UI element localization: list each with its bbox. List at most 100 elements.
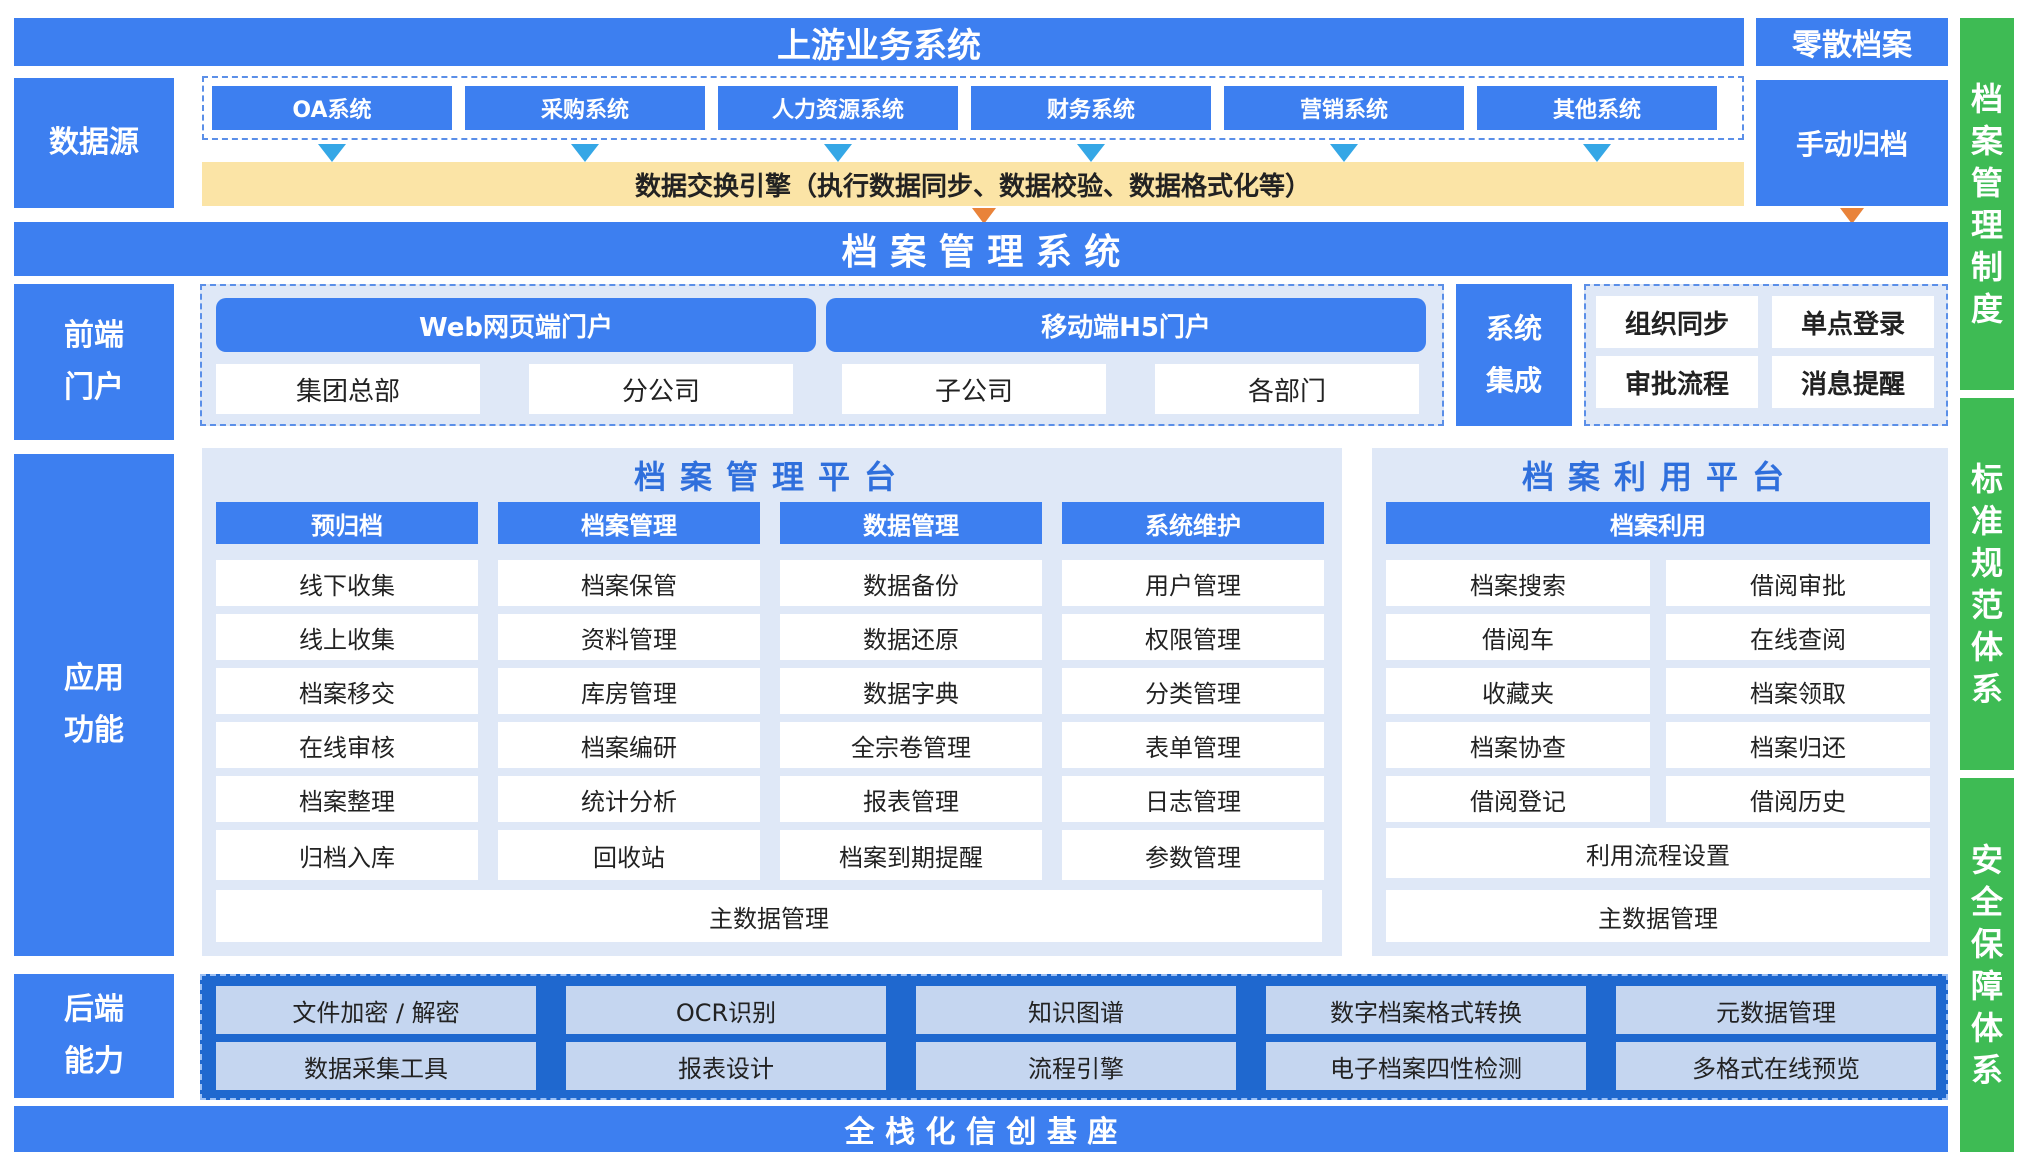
- integration-item: 组织同步: [1596, 296, 1758, 348]
- vertical-char: 度: [1970, 290, 2003, 328]
- mgmt-item: 档案到期提醒: [780, 830, 1042, 880]
- mgmt-item: 权限管理: [1062, 614, 1324, 660]
- use-item-right: 在线查阅: [1666, 614, 1930, 660]
- vertical-char: 范: [1970, 586, 2003, 624]
- mgmt-item: 资料管理: [498, 614, 760, 660]
- backend-item: 数据采集工具: [216, 1042, 536, 1090]
- source-system-box: 其他系统: [1477, 86, 1717, 130]
- use-item-left: 借阅车: [1386, 614, 1650, 660]
- mgmt-item: 线下收集: [216, 560, 478, 606]
- vertical-char: 系: [1970, 670, 2003, 708]
- use-item-right: 借阅审批: [1666, 560, 1930, 606]
- down-arrow-icon: [1330, 144, 1358, 162]
- system-integration-label: 系统 集成: [1456, 284, 1572, 426]
- source-system-box: 营销系统: [1224, 86, 1464, 130]
- mgmt-column-head: 预归档: [216, 502, 478, 544]
- org-box: 分公司: [529, 364, 793, 414]
- mgmt-item: 档案保管: [498, 560, 760, 606]
- source-system-box: 财务系统: [971, 86, 1211, 130]
- mgmt-item: 分类管理: [1062, 668, 1324, 714]
- vertical-char: 案: [1970, 122, 2003, 160]
- backend-item: 多格式在线预览: [1616, 1042, 1936, 1090]
- down-arrow-icon: [824, 144, 852, 162]
- mgmt-item: 回收站: [498, 830, 760, 880]
- vertical-char: 安: [1970, 841, 2003, 879]
- use-item-right: 借阅历史: [1666, 776, 1930, 822]
- management-platform-title: 档案管理平台: [633, 458, 910, 496]
- use-item-right: 档案领取: [1666, 668, 1930, 714]
- application-function-label: 应用 功能: [14, 454, 174, 956]
- mgmt-item: 全宗卷管理: [780, 722, 1042, 768]
- mgmt-column-head: 系统维护: [1062, 502, 1324, 544]
- backend-capability-label: 后端 能力: [14, 974, 174, 1098]
- backend-item: 知识图谱: [916, 986, 1236, 1034]
- mgmt-item: 档案整理: [216, 776, 478, 822]
- mgmt-column-head: 数据管理: [780, 502, 1042, 544]
- source-system-box: 采购系统: [465, 86, 705, 130]
- mgmt-item: 线上收集: [216, 614, 478, 660]
- integration-label-line2: 集成: [1485, 364, 1542, 397]
- datasource-label: 数据源: [14, 78, 174, 208]
- vertical-char: 系: [1970, 1051, 2003, 1089]
- mgmt-item: 数据字典: [780, 668, 1042, 714]
- use-item-left: 借阅登记: [1386, 776, 1650, 822]
- app-label-line2: 功能: [64, 713, 124, 748]
- use-item-left: 收藏夹: [1386, 668, 1650, 714]
- mgmt-item: 数据还原: [780, 614, 1042, 660]
- manual-archive-box: 手动归档: [1756, 80, 1948, 206]
- down-arrow-icon: [318, 144, 346, 162]
- web-portal: Web网页端门户: [216, 298, 816, 352]
- source-system-box: 人力资源系统: [718, 86, 958, 130]
- use-item-left: 档案协查: [1386, 722, 1650, 768]
- backend-label-line2: 能力: [64, 1044, 124, 1079]
- archive-policy-bar: 档案管理制度: [1960, 18, 2014, 390]
- use-item-left: 档案搜索: [1386, 560, 1650, 606]
- archive-management-system-bar: 档 案 管 理 系 统: [14, 222, 1948, 276]
- use-column-head: 档案利用: [1386, 502, 1930, 544]
- mgmt-column-head: 档案管理: [498, 502, 760, 544]
- upstream-systems-bar: 上游业务系统: [14, 18, 1744, 66]
- down-arrow-icon: [1077, 144, 1105, 162]
- vertical-char: 体: [1970, 628, 2003, 666]
- use-platform-title: 档案利用平台: [1521, 458, 1798, 496]
- down-arrow-icon: [571, 144, 599, 162]
- mgmt-master-data: 主数据管理: [216, 890, 1322, 942]
- vertical-char: 制: [1970, 248, 2003, 286]
- mobile-h5-portal: 移动端H5门户: [826, 298, 1426, 352]
- down-arrow-icon: [1583, 144, 1611, 162]
- frontend-portal-label: 前端 门户: [14, 284, 174, 440]
- mgmt-item: 报表管理: [780, 776, 1042, 822]
- vertical-char: 规: [1970, 544, 2003, 582]
- vertical-char: 准: [1970, 502, 2003, 540]
- mgmt-item: 归档入库: [216, 830, 478, 880]
- vertical-char: 档: [1970, 80, 2003, 118]
- org-box: 集团总部: [216, 364, 480, 414]
- mgmt-item: 档案编研: [498, 722, 760, 768]
- integration-label-line1: 系统: [1485, 312, 1542, 345]
- mgmt-item: 档案移交: [216, 668, 478, 714]
- backend-item: OCR识别: [566, 986, 886, 1034]
- backend-item: 流程引擎: [916, 1042, 1236, 1090]
- frontend-label-line1: 前端: [64, 318, 124, 353]
- frontend-label-line2: 门户: [64, 370, 124, 405]
- source-system-box: OA系统: [212, 86, 452, 130]
- security-bar: 安全保障体系: [1960, 778, 2014, 1152]
- mgmt-item: 用户管理: [1062, 560, 1324, 606]
- use-flow-settings: 利用流程设置: [1386, 828, 1930, 878]
- use-item-right: 档案归还: [1666, 722, 1930, 768]
- vertical-char: 障: [1970, 967, 2003, 1005]
- backend-item: 数字档案格式转换: [1266, 986, 1586, 1034]
- backend-item: 报表设计: [566, 1042, 886, 1090]
- standards-bar: 标准规范体系: [1960, 398, 2014, 770]
- vertical-char: 保: [1970, 925, 2003, 963]
- vertical-char: 全: [1970, 883, 2003, 921]
- backend-item: 电子档案四性检测: [1266, 1042, 1586, 1090]
- vertical-char: 理: [1970, 206, 2003, 244]
- mgmt-item: 表单管理: [1062, 722, 1324, 768]
- use-master-data: 主数据管理: [1386, 890, 1930, 942]
- data-exchange-engine: 数据交换引擎（执行数据同步、数据校验、数据格式化等）: [202, 162, 1744, 206]
- foundation-bar: 全 栈 化 信 创 基 座: [14, 1106, 1948, 1152]
- vertical-char: 标: [1970, 460, 2003, 498]
- integration-item: 审批流程: [1596, 356, 1758, 408]
- mgmt-item: 统计分析: [498, 776, 760, 822]
